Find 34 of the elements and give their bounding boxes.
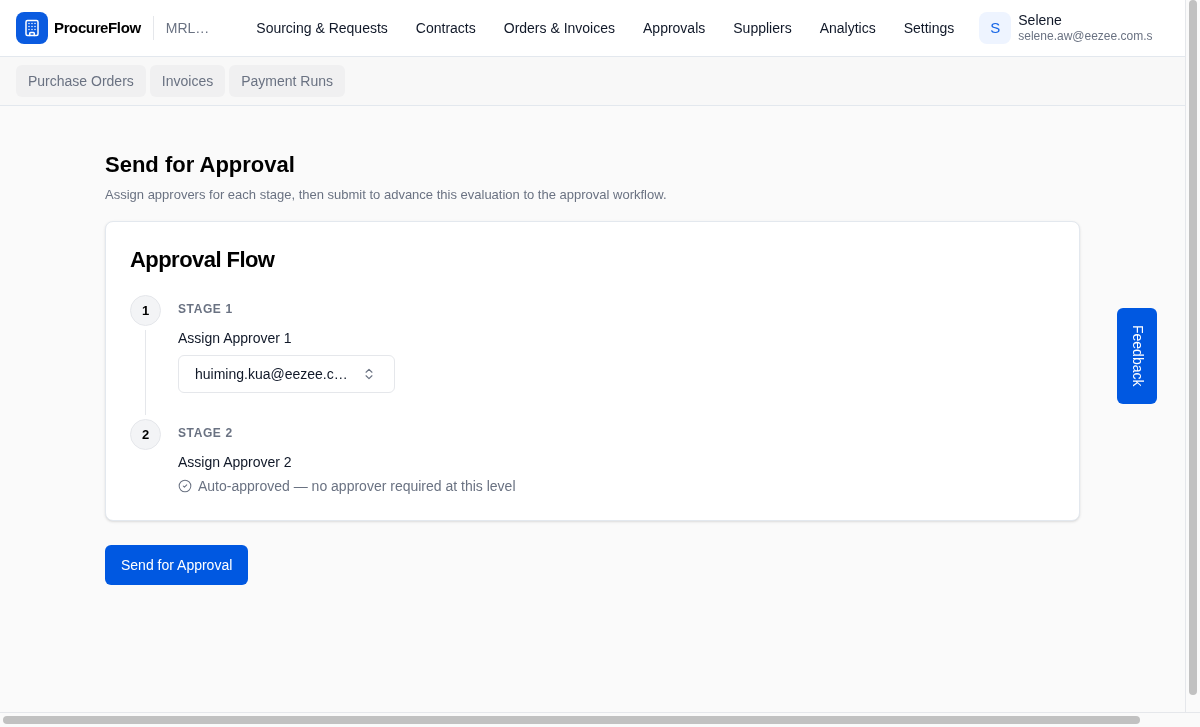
user-name: Selene [1018,11,1063,30]
sub-nav-tab[interactable]: Payment Runs [229,65,345,97]
building-logo-icon [16,12,48,44]
nav-link[interactable]: Suppliers [719,17,806,39]
page-title: Send for Approval [105,151,296,179]
nav-link[interactable]: Contracts [401,17,490,39]
field-label: Assign Approver 1 [178,329,292,348]
nav-link[interactable]: Sourcing & Requests [242,17,402,39]
auto-approved-note: Auto-approved — no approver required at this level [198,477,516,496]
nav-link[interactable]: Settings [889,17,969,39]
user-avatar[interactable]: S [979,12,1012,44]
send-for-approval-button[interactable]: Send for Approval [105,545,249,585]
approver-select[interactable]: huiming.kua@eezee.c… [178,355,395,393]
feedback-tab[interactable]: Feedback [1117,308,1157,404]
workspace-name: MRL… [165,18,210,38]
stage-label: STAGE 2 [178,425,233,441]
card-title: Approval Flow [130,246,276,274]
stage-number: 1 [130,295,161,326]
brand-name: ProcureFlow [54,17,141,38]
horizontal-scrollbar[interactable] [0,712,1200,727]
nav-link[interactable]: Analytics [805,17,890,39]
sub-nav-tab[interactable]: Purchase Orders [16,65,146,97]
nav-link[interactable]: Orders & Invoices [489,17,629,39]
nav-link[interactable]: Approvals [629,17,720,39]
sub-nav-tab[interactable]: Invoices [149,65,226,97]
check-circle-icon [178,479,192,493]
vertical-scrollbar[interactable] [1186,0,1200,712]
stage-number: 2 [130,419,161,450]
stage-label: STAGE 1 [178,301,233,317]
field-label: Assign Approver 2 [178,453,292,472]
scrollbar-thumb[interactable] [1189,0,1197,695]
page-subtitle: Assign approvers for each stage, then submit to advance this evaluation to the approval workflow. [105,186,668,204]
user-email: selene.aw@eezee.com.s [1018,29,1153,45]
scrollbar-thumb[interactable] [3,716,1140,724]
